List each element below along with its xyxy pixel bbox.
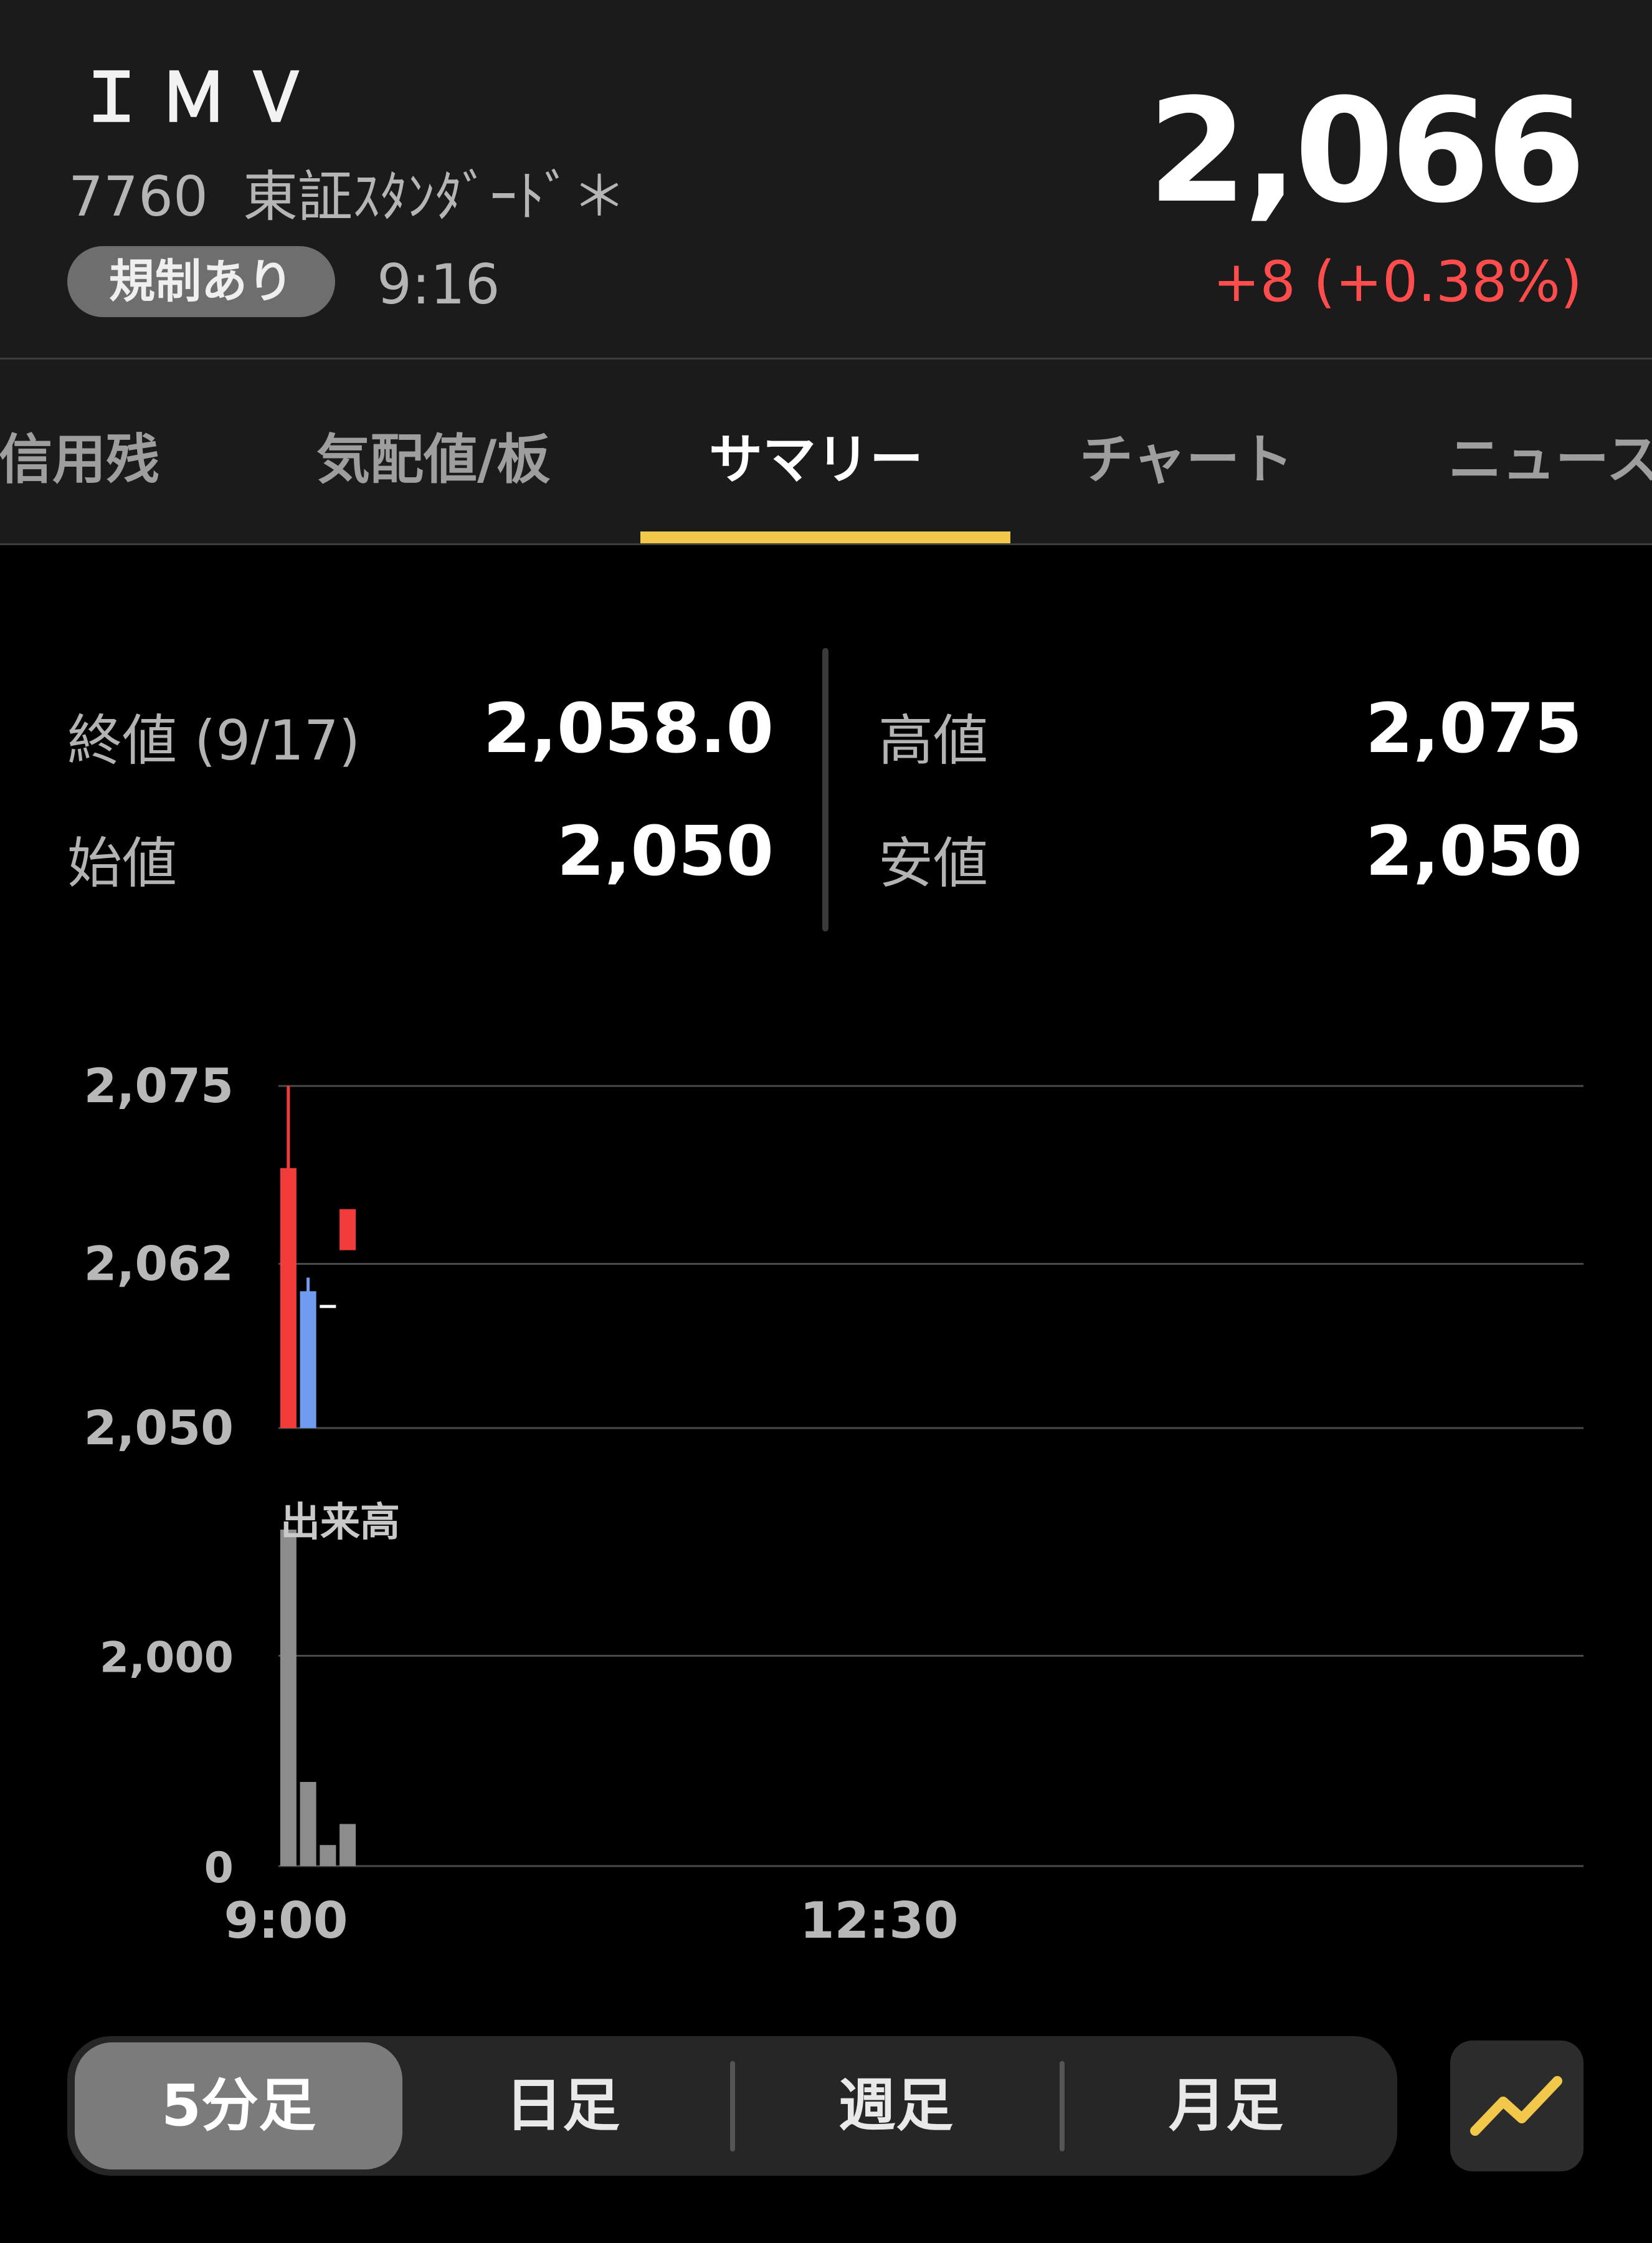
quote-time: 9:16 [377,252,500,317]
volume-bar [280,1530,297,1866]
volume-bar [339,1824,356,1866]
candle-body [280,1168,297,1428]
timeframe-separator [1060,2061,1065,2151]
active-tab-indicator [640,531,1010,543]
price-change: +8 (+0.38%) [1213,249,1582,315]
timeframe-5min[interactable]: 5分足 [75,2042,402,2169]
open-label: 始値 [67,831,178,895]
tab-chart[interactable]: チャート [1080,416,1293,493]
low-label: 安値 [878,831,989,895]
candle-body [320,1305,336,1308]
price-tick-label: 2,050 [84,1400,234,1455]
current-price: 2,066 [1147,69,1586,235]
tab-order-book[interactable]: 気配値/板 [316,416,550,493]
stock-code-line: 7760 東証ｽﾀﾝﾀﾞｰﾄﾞ＊ [69,153,662,232]
line-chart-icon [1470,2076,1562,2136]
restriction-badge[interactable]: 規制あり [67,246,335,317]
tab-bar: 信用残 気配値/板 サマリー チャート ニュース [0,360,1652,545]
price-tick-label: 2,062 [84,1236,234,1291]
close-label: 終値 (9/17) [67,708,361,773]
volume-bar [300,1782,316,1866]
timeframe-daily[interactable]: 日足 [404,2042,721,2169]
low-value: 2,050 [1365,811,1582,891]
intraday-chart[interactable]: 2,075 2,062 2,050 2,000 0 出来高 9:00 12:30 [0,1028,1652,1981]
volume-bar [320,1845,336,1866]
timeframe-weekly[interactable]: 週足 [737,2042,1055,2169]
high-label: 高値 [878,708,989,773]
close-value: 2,058.0 [483,688,774,768]
candle-body [300,1291,316,1428]
candle-body [339,1209,356,1250]
stock-code: 7760 [69,164,208,229]
volume-tick-label: 2,000 [100,1634,234,1683]
time-tick-label: 12:30 [800,1892,959,1950]
market-name: 東証ｽﾀﾝﾀﾞｰﾄﾞ＊ [242,164,627,229]
volume-tick-label: 0 [204,1844,234,1893]
timeframe-monthly[interactable]: 月足 [1067,2042,1385,2169]
volume-axis-label: 出来高 [280,1500,400,1546]
tab-margin-balance[interactable]: 信用残 [0,416,159,493]
chart-type-toggle-button[interactable] [1450,2041,1583,2171]
high-value: 2,075 [1365,688,1582,768]
summary-divider [822,648,828,931]
time-tick-label: 9:00 [224,1892,348,1950]
tab-summary[interactable]: サマリー [709,416,923,493]
stock-header: ＩＭＶ 7760 東証ｽﾀﾝﾀﾞｰﾄﾞ＊ 規制あり 9:16 2,066 +8 (… [0,0,1652,360]
timeframe-selector: 5分足 日足 週足 月足 [67,2036,1397,2176]
tab-news[interactable]: ニュース [1448,416,1652,493]
open-value: 2,050 [557,811,774,891]
timeframe-separator [730,2061,735,2151]
ticker-name: ＩＭＶ [78,59,325,137]
price-tick-label: 2,075 [84,1058,234,1113]
